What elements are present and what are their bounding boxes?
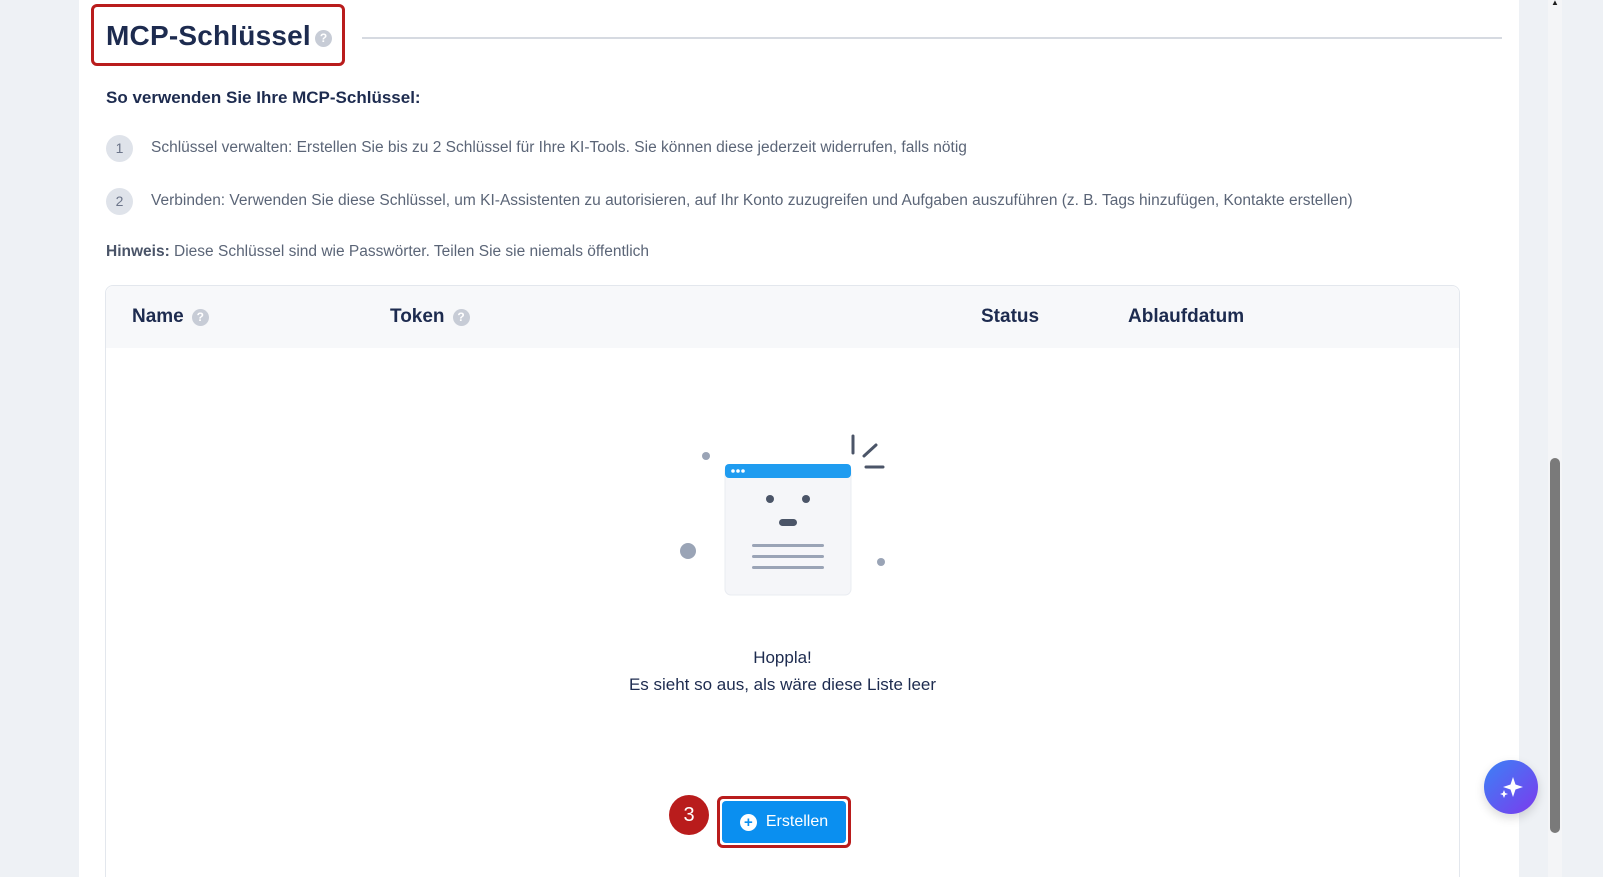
divider bbox=[362, 37, 1502, 39]
scroll-thumb[interactable] bbox=[1550, 458, 1560, 833]
note-label: Hinweis: bbox=[106, 243, 170, 260]
help-icon[interactable]: ? bbox=[191, 308, 209, 326]
column-header-token[interactable]: Token ? bbox=[390, 306, 470, 328]
column-label: Token bbox=[390, 306, 445, 327]
instruction-step: 2 Verbinden: Verwenden Sie diese Schlüss… bbox=[106, 187, 1353, 215]
step-number-badge: 1 bbox=[106, 134, 133, 162]
column-header-expiry[interactable]: Ablaufdatum bbox=[1128, 306, 1244, 328]
instruction-step: 1 Schlüssel verwalten: Erstellen Sie bis… bbox=[106, 134, 967, 162]
help-icon[interactable]: ? bbox=[452, 308, 470, 326]
column-header-name[interactable]: Name ? bbox=[132, 306, 209, 328]
create-button-label: Erstellen bbox=[765, 813, 829, 830]
page-scrollbar[interactable]: ▲ bbox=[1548, 0, 1562, 877]
table-header: Name ? Token ? Status Ablaufdatum bbox=[106, 286, 1459, 348]
empty-state-title: Hoppla! bbox=[753, 648, 812, 667]
empty-list-illustration bbox=[680, 434, 885, 596]
column-label: Name bbox=[132, 306, 184, 327]
step-number-badge: 2 bbox=[106, 187, 133, 215]
settings-panel: MCP-Schlüssel ? So verwenden Sie Ihre MC… bbox=[79, 0, 1519, 877]
column-header-status[interactable]: Status bbox=[981, 306, 1039, 328]
scroll-up-arrow-icon[interactable]: ▲ bbox=[1550, 0, 1560, 7]
empty-state-message: Es sieht so aus, als wäre diese Liste le… bbox=[628, 675, 937, 694]
section-header: MCP-Schlüssel ? bbox=[79, 0, 1519, 70]
sparkle-icon bbox=[1500, 777, 1523, 798]
keys-table: Name ? Token ? Status Ablaufdatum Hoppla… bbox=[105, 285, 1460, 877]
plus-circle-icon: + bbox=[739, 813, 757, 831]
page-title: MCP-Schlüssel bbox=[106, 20, 311, 51]
step-text: Schlüssel verwalten: Erstellen Sie bis z… bbox=[151, 139, 967, 156]
security-note: Hinweis: Diese Schlüssel sind wie Passwö… bbox=[106, 243, 649, 261]
create-key-button[interactable]: + Erstellen bbox=[722, 801, 846, 843]
column-label: Ablaufdatum bbox=[1128, 306, 1245, 327]
note-text: Diese Schlüssel sind wie Passwörter. Tei… bbox=[169, 243, 650, 260]
help-icon[interactable]: ? bbox=[315, 30, 332, 47]
ai-assistant-button[interactable] bbox=[1484, 760, 1538, 814]
column-label: Status bbox=[981, 306, 1040, 327]
step-marker-badge: 3 bbox=[669, 795, 709, 835]
instructions-heading: So verwenden Sie Ihre MCP-Schlüssel: bbox=[106, 88, 421, 107]
step-text: Verbinden: Verwenden Sie diese Schlüssel… bbox=[151, 192, 1353, 209]
